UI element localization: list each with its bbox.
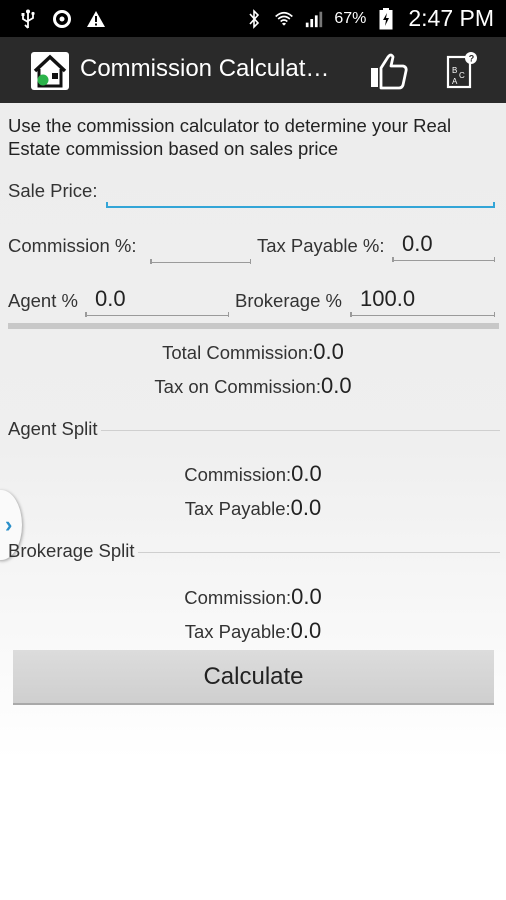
- brokerage-split-title: Brokerage Split: [8, 540, 135, 561]
- action-bar: Commission Calculat… ? B C A: [0, 37, 506, 103]
- chevron-right-icon[interactable]: ›: [5, 512, 12, 538]
- total-commission-value: 0.0: [313, 339, 344, 364]
- agent-commission-row: Commission:0.0: [0, 461, 506, 487]
- commission-pct-label: Commission %:: [8, 235, 137, 256]
- sale-price-label: Sale Price:: [8, 180, 98, 201]
- divider: [8, 323, 499, 329]
- battery-charging-icon: [376, 7, 396, 29]
- house-app-icon[interactable]: [30, 51, 70, 91]
- commission-pct-input[interactable]: [150, 233, 251, 264]
- svg-text:A: A: [452, 77, 458, 86]
- wifi-icon: [274, 9, 294, 29]
- info-card-icon[interactable]: ? B C A: [444, 51, 480, 91]
- agent-split-header: Agent Split: [8, 418, 500, 440]
- brokerage-tax-value: 0.0: [290, 618, 322, 643]
- status-time: 2:47 PM: [408, 5, 494, 31]
- status-bar: 67% 2:47 PM: [0, 0, 506, 37]
- svg-text:B: B: [452, 66, 457, 75]
- brokerage-tax-label: Tax Payable:: [184, 621, 291, 642]
- tax-payable-pct-input[interactable]: 0.0: [392, 231, 495, 262]
- total-commission-label: Total Commission:: [162, 342, 314, 363]
- tax-on-commission-row: Tax on Commission:0.0: [0, 373, 506, 399]
- warning-icon: [86, 9, 106, 29]
- agent-split-title: Agent Split: [8, 418, 98, 439]
- brokerage-commission-label: Commission:: [184, 587, 292, 608]
- svg-text:?: ?: [469, 54, 475, 64]
- total-commission-row: Total Commission:0.0: [0, 339, 506, 365]
- bluetooth-icon: [244, 8, 264, 29]
- brokerage-pct-label: Brokerage %: [235, 290, 342, 311]
- tax-on-commission-label: Tax on Commission:: [154, 376, 321, 397]
- thumbs-up-icon[interactable]: [367, 51, 411, 91]
- tax-on-commission-value: 0.0: [320, 373, 352, 398]
- signal-icon: [304, 9, 324, 29]
- brokerage-commission-row: Commission:0.0: [0, 584, 506, 610]
- battery-percent: 67%: [334, 9, 367, 27]
- agent-commission-value: 0.0: [291, 461, 322, 486]
- brokerage-commission-value: 0.0: [291, 584, 322, 609]
- calculate-button[interactable]: Calculate: [13, 650, 494, 705]
- agent-tax-value: 0.0: [290, 495, 322, 520]
- agent-pct-label: Agent %: [8, 290, 78, 311]
- sync-icon: [52, 9, 72, 29]
- tax-payable-pct-label: Tax Payable %:: [257, 235, 385, 256]
- svg-text:C: C: [459, 71, 465, 80]
- sale-price-input[interactable]: [106, 178, 495, 208]
- brokerage-split-header: Brokerage Split: [8, 540, 500, 562]
- app-title: Commission Calculat…: [80, 55, 330, 82]
- agent-tax-label: Tax Payable:: [184, 498, 291, 519]
- agent-commission-label: Commission:: [184, 464, 292, 485]
- brokerage-tax-row: Tax Payable:0.0: [0, 618, 506, 644]
- agent-pct-input[interactable]: 0.0: [85, 286, 229, 317]
- intro-text: Use the commission calculator to determi…: [8, 115, 452, 159]
- agent-tax-row: Tax Payable:0.0: [0, 495, 506, 521]
- brokerage-pct-input[interactable]: 100.0: [350, 286, 495, 317]
- usb-icon: [18, 9, 38, 29]
